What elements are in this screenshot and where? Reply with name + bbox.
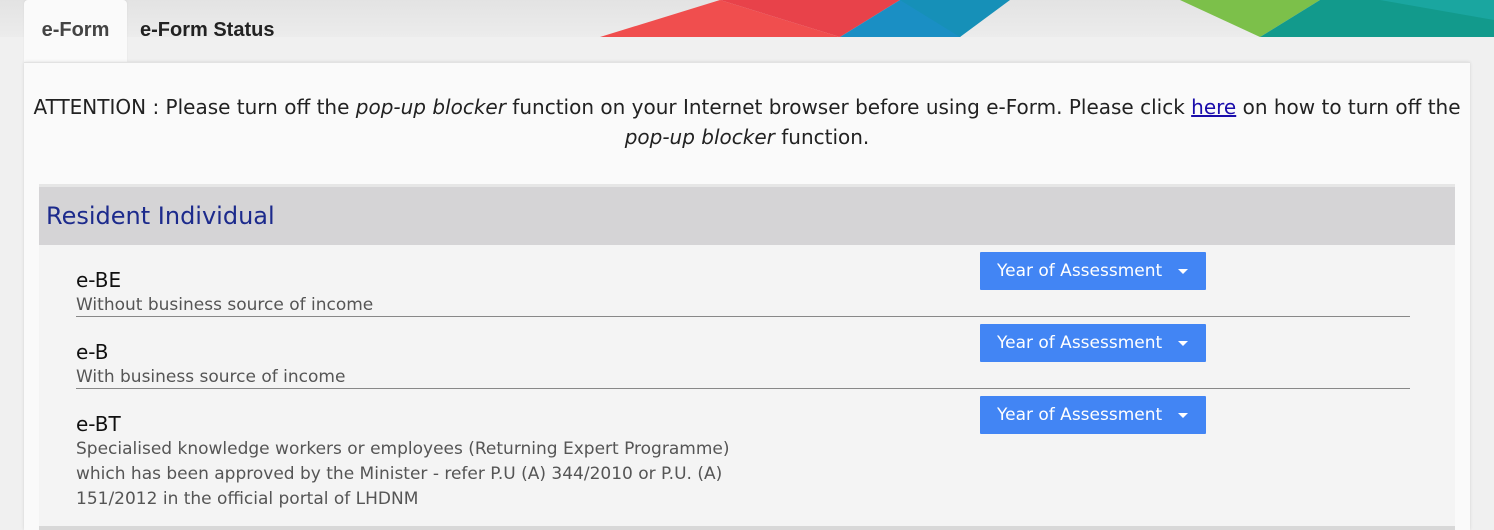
form-description: Specialised knowledge workers or employe…: [76, 439, 730, 509]
year-of-assessment-button[interactable]: Year of Assessment: [980, 252, 1206, 290]
attention-em-2: pop-up blocker: [624, 125, 775, 149]
main-panel: ATTENTION : Please turn off the pop-up b…: [24, 62, 1470, 530]
form-name: e-BT: [76, 412, 121, 436]
bottom-divider: [39, 526, 1455, 530]
caret-down-icon: [1178, 341, 1188, 346]
attention-text-prefix: ATTENTION : Please turn off the: [33, 95, 356, 119]
caret-down-icon: [1178, 269, 1188, 274]
tab-eform-status[interactable]: e-Form Status: [140, 0, 340, 62]
section-title: Resident Individual: [46, 202, 275, 230]
form-description: Without business source of income: [76, 295, 374, 315]
attention-text-suffix: function.: [774, 125, 870, 149]
attention-text-mid: function on your Internet browser before…: [505, 95, 1192, 119]
button-label: Year of Assessment: [997, 405, 1163, 425]
attention-em-1: pop-up blocker: [355, 95, 506, 119]
form-name: e-BE: [76, 268, 122, 292]
form-row-ebe: e-BE Without business source of income Y…: [39, 245, 1455, 317]
section-header: Resident Individual: [39, 184, 1455, 245]
form-list: e-BE Without business source of income Y…: [39, 245, 1455, 530]
attention-text-after-link: on how to turn off the: [1236, 95, 1461, 119]
here-link[interactable]: here: [1191, 95, 1236, 119]
year-of-assessment-button[interactable]: Year of Assessment: [980, 396, 1206, 434]
form-row-ebt: e-BT Specialised knowledge workers or em…: [39, 389, 1455, 530]
tab-eform[interactable]: e-Form: [24, 0, 127, 62]
button-label: Year of Assessment: [997, 261, 1163, 281]
form-description: With business source of income: [76, 367, 346, 387]
form-name: e-B: [76, 340, 109, 364]
caret-down-icon: [1178, 413, 1188, 418]
form-row-eb: e-B With business source of income Year …: [39, 317, 1455, 389]
button-label: Year of Assessment: [997, 333, 1163, 353]
year-of-assessment-button[interactable]: Year of Assessment: [980, 324, 1206, 362]
attention-notice: ATTENTION : Please turn off the pop-up b…: [24, 92, 1470, 152]
